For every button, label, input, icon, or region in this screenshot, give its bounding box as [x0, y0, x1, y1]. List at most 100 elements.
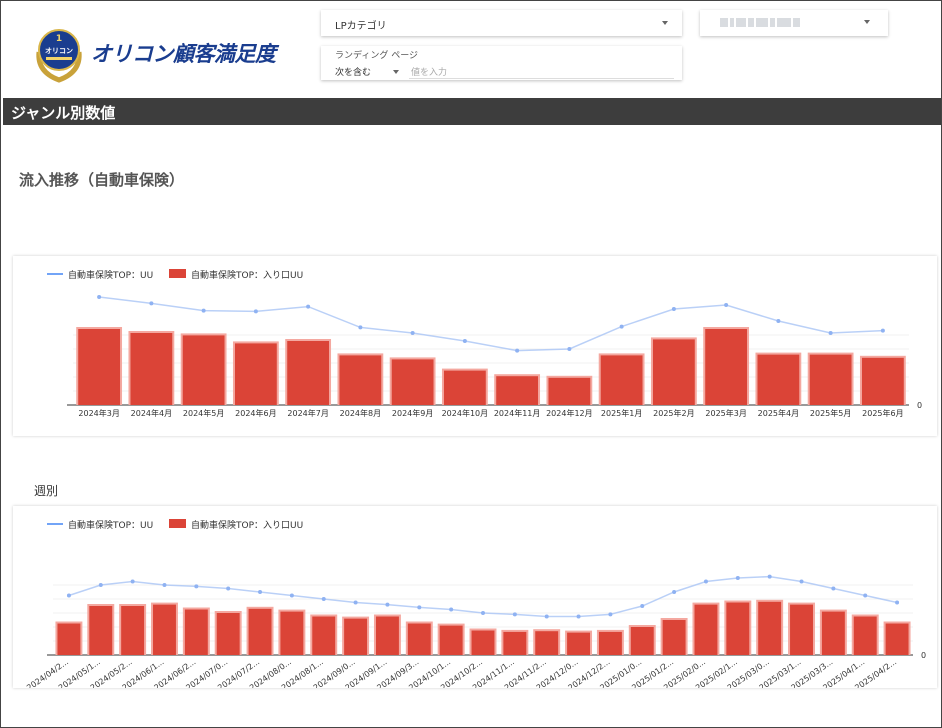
- line-point: [97, 295, 102, 299]
- bar: [535, 631, 559, 655]
- line-point: [149, 301, 154, 306]
- bar: [248, 608, 272, 655]
- line-point: [515, 348, 520, 353]
- line-point: [724, 303, 729, 307]
- legend-line-label: 自動車保険TOP：UU: [68, 269, 153, 281]
- monthly-chart-title: 流入推移（自動車保険）: [19, 171, 185, 189]
- monthly-chart[interactable]: 自動車保険TOP：UU 自動車保険TOP：入り口UU 0 2024年3月 2024年…: [13, 256, 937, 436]
- bar: [287, 341, 330, 405]
- line-point: [671, 307, 676, 311]
- bar: [391, 359, 434, 405]
- line-point: [703, 579, 708, 584]
- line-point: [544, 614, 549, 619]
- line-point: [253, 309, 258, 314]
- y-axis-zero-label: 0: [917, 401, 922, 410]
- line-point: [767, 574, 772, 579]
- line-point: [512, 612, 517, 617]
- bar: [861, 357, 904, 405]
- bar: [548, 377, 591, 405]
- x-tick-label: 2025年1月: [601, 408, 642, 418]
- bar: [78, 329, 121, 405]
- line-point: [258, 590, 263, 594]
- line-point: [385, 602, 390, 607]
- legend-bar-label: 自動車保険TOP：入り口UU: [191, 269, 303, 281]
- line-point: [640, 604, 645, 608]
- bar: [853, 616, 877, 655]
- landing-page-value-input[interactable]: 値を入力: [411, 65, 447, 78]
- bar: [184, 609, 208, 655]
- x-tick-label: 2025年4月: [758, 408, 799, 418]
- line-point: [417, 605, 422, 610]
- bar: [312, 616, 336, 655]
- redacted-value: [720, 18, 800, 27]
- redacted-filter-dropdown[interactable]: [700, 10, 888, 36]
- x-tick-label: 2024年9月: [392, 408, 433, 418]
- svg-text:オリコン: オリコン: [45, 47, 73, 55]
- legend-bar-label: 自動車保険TOP：入り口UU: [191, 519, 303, 531]
- bar: [885, 623, 909, 655]
- legend-bar-swatch: [169, 519, 186, 528]
- x-tick-label: 2024年5月: [183, 408, 224, 418]
- y-axis-zero-label: 0: [921, 651, 926, 660]
- x-tick-label: 2024年10月: [442, 408, 489, 418]
- line-point: [608, 612, 613, 617]
- bar: [662, 620, 686, 655]
- section-header-title: ジャンル別数値: [11, 104, 116, 122]
- bar: [130, 333, 173, 405]
- bar: [758, 601, 782, 655]
- bar: [694, 604, 718, 655]
- x-tick-label: 2025年2月: [653, 408, 694, 418]
- line-point: [66, 593, 71, 598]
- chevron-down-icon: [662, 21, 668, 25]
- line-point: [799, 579, 804, 584]
- bar: [375, 616, 399, 655]
- bar: [496, 376, 539, 405]
- x-tick-label: 2025年6月: [862, 408, 903, 418]
- line-point: [306, 304, 311, 309]
- line-point: [130, 579, 135, 584]
- line-point: [567, 347, 572, 351]
- line-point: [449, 607, 454, 612]
- line-point: [895, 600, 900, 605]
- bar: [726, 602, 750, 655]
- line-point: [576, 614, 581, 619]
- line-point: [98, 583, 103, 587]
- lp-category-label: LPカテゴリ: [335, 21, 387, 32]
- bar: [809, 354, 852, 405]
- chevron-down-icon[interactable]: [393, 70, 399, 74]
- chevron-down-icon: [864, 20, 870, 24]
- line-point: [735, 576, 740, 580]
- bar: [598, 631, 622, 655]
- bar: [443, 370, 486, 405]
- lp-category-dropdown[interactable]: LPカテゴリ: [321, 10, 682, 36]
- weekly-chart[interactable]: 自動車保険TOP：UU 自動車保険TOP：入り口UU 02024/04/2...…: [13, 506, 937, 688]
- x-tick-label: 2024年3月: [78, 408, 119, 418]
- bar: [652, 339, 695, 405]
- bar: [757, 354, 800, 405]
- operator-select[interactable]: 次を含む: [335, 65, 371, 78]
- landing-page-filter: ランディング ページ 次を含む 値を入力: [321, 46, 682, 80]
- bar: [339, 355, 382, 405]
- weekly-chart-card: 自動車保険TOP：UU 自動車保険TOP：入り口UU 0 2024/04/2...…: [13, 506, 937, 688]
- line-point: [672, 590, 677, 594]
- line-point: [831, 586, 836, 591]
- bar: [439, 625, 463, 655]
- input-underline: [409, 78, 674, 79]
- bar: [216, 613, 240, 655]
- bar: [234, 343, 277, 405]
- bar: [471, 630, 495, 655]
- monthly-chart-card: 自動車保険TOP：UU 自動車保険TOP：入り口UU 0 2024年3月 2024年…: [13, 256, 937, 436]
- bar: [600, 355, 643, 405]
- line-point: [776, 319, 781, 323]
- svg-text:1: 1: [56, 34, 62, 44]
- x-tick-label: 2024年11月: [494, 408, 541, 418]
- x-tick-label: 2025年5月: [810, 408, 851, 418]
- bar: [153, 604, 176, 655]
- bar: [821, 611, 845, 655]
- section-header: ジャンル別数値: [3, 98, 941, 125]
- line-point: [194, 584, 199, 589]
- line-point: [201, 308, 206, 313]
- x-tick-label: 2024年7月: [287, 408, 328, 418]
- bar: [57, 623, 81, 655]
- line-point: [880, 328, 885, 333]
